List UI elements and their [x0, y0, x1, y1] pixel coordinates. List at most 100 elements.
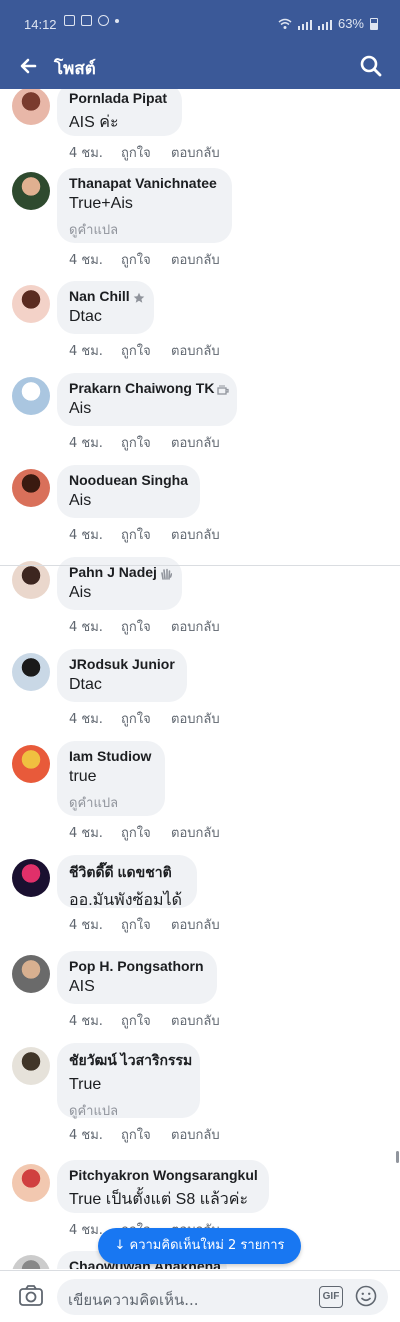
- like-link[interactable]: ถูกใจ: [121, 142, 171, 163]
- comment-input-placeholder: เขียนความคิดเห็น...: [68, 1291, 199, 1309]
- section-divider: [0, 565, 400, 566]
- avatar[interactable]: [12, 469, 50, 507]
- comment-bubble[interactable]: Pitchyakron Wongsarangkul True เป็นตั้งแต…: [57, 1160, 269, 1213]
- comment-bubble[interactable]: Pornlada Pipat AIS ค่ะ: [57, 89, 182, 136]
- emoji-icon[interactable]: [355, 1285, 377, 1307]
- battery-icon: [370, 17, 378, 30]
- see-translation-link[interactable]: ดูคำแปล: [69, 219, 220, 240]
- comment-author[interactable]: Pitchyakron Wongsarangkul: [69, 1167, 258, 1183]
- scrollbar-thumb[interactable]: [396, 1151, 399, 1163]
- reply-link[interactable]: ตอบกลับ: [171, 1010, 220, 1031]
- comment-author-name[interactable]: Thanapat Vanichnatee: [69, 175, 217, 191]
- coffee-icon: [217, 383, 230, 395]
- avatar[interactable]: [12, 1164, 50, 1202]
- comment-bubble[interactable]: Nan Chill Dtac: [57, 281, 154, 334]
- comment-actions: 4 ชม. ถูกใจตอบกลับ: [69, 822, 220, 843]
- comment-author-name[interactable]: ชีวิตดี๊ดี แดขชาติ: [69, 862, 172, 884]
- comment-author-name[interactable]: Iam Studiow: [69, 748, 151, 764]
- reply-link[interactable]: ตอบกลับ: [171, 616, 220, 637]
- comment-bubble[interactable]: Nooduean Singha Ais: [57, 465, 200, 518]
- comment-author-name[interactable]: Nan Chill: [69, 288, 130, 304]
- reply-link[interactable]: ตอบกลับ: [171, 432, 220, 453]
- comment-author-name[interactable]: Pop H. Pongsathorn: [69, 958, 204, 974]
- comment-item: Iam Studiow true ดูคำแปล 4 ชม. ถูกใจ ตอบกลับ: [0, 741, 400, 852]
- like-link[interactable]: ถูกใจ: [121, 914, 171, 935]
- avatar[interactable]: [12, 859, 50, 897]
- comment-author-name[interactable]: Pitchyakron Wongsarangkul: [69, 1167, 258, 1183]
- comment-author-name[interactable]: Pahn J Nadej: [69, 564, 157, 580]
- avatar[interactable]: [12, 955, 50, 993]
- avatar[interactable]: [12, 1255, 50, 1269]
- comment-author[interactable]: JRodsuk Junior: [69, 656, 175, 672]
- avatar[interactable]: [12, 1047, 50, 1085]
- comment-text: Ais: [69, 492, 92, 509]
- comment-bubble[interactable]: Iam Studiow true ดูคำแปล: [57, 741, 165, 816]
- gif-button[interactable]: GIF: [319, 1286, 343, 1308]
- signal-icon: [297, 18, 312, 30]
- reply-link[interactable]: ตอบกลับ: [171, 249, 220, 270]
- comment-bubble[interactable]: Thanapat Vanichnatee True+Ais ดูคำแปล: [57, 168, 232, 243]
- like-link[interactable]: ถูกใจ: [121, 616, 171, 637]
- comment-actions: 4 ชม. ถูกใจตอบกลับ: [69, 142, 220, 163]
- avatar[interactable]: [12, 285, 50, 323]
- comment-item: Prakarn Chaiwong TK Ais 4 ชม. ถูกใจ ตอบกลับ: [0, 373, 400, 462]
- avatar[interactable]: [12, 172, 50, 210]
- comment-author-name[interactable]: Pornlada Pipat: [69, 90, 167, 106]
- comment-bubble[interactable]: ชัยวัฒน์ ไวสาริกรรม True ดูคำแปล: [57, 1043, 200, 1121]
- comment-text: ออ.มันพังซ้อมได้: [69, 892, 182, 909]
- avatar[interactable]: [12, 377, 50, 415]
- reply-link[interactable]: ตอบกลับ: [171, 340, 220, 361]
- battery-percent: 63%: [337, 16, 364, 31]
- reply-link[interactable]: ตอบกลับ: [171, 914, 220, 935]
- comment-composer: เขียนความคิดเห็น... GIF: [0, 1270, 400, 1322]
- avatar[interactable]: [12, 561, 50, 599]
- comment-author-name[interactable]: JRodsuk Junior: [69, 656, 175, 672]
- comment-item: Pahn J Nadej Ais 4 ชม. ถูกใจ ตอบกลับ: [0, 557, 400, 646]
- comment-author[interactable]: ชัยวัฒน์ ไวสาริกรรม: [69, 1050, 192, 1072]
- comment-author-name[interactable]: Prakarn Chaiwong TK: [69, 380, 214, 396]
- comment-author[interactable]: Thanapat Vanichnatee: [69, 175, 220, 191]
- comment-text: AIS: [69, 978, 95, 995]
- comment-author[interactable]: Pahn J Nadej: [69, 564, 173, 580]
- comment-input[interactable]: เขียนความคิดเห็น... GIF: [57, 1279, 388, 1315]
- comment-author[interactable]: Nan Chill: [69, 288, 144, 304]
- comment-bubble[interactable]: Prakarn Chaiwong TK Ais: [57, 373, 237, 426]
- like-link[interactable]: ถูกใจ: [121, 1124, 171, 1145]
- reply-link[interactable]: ตอบกลับ: [171, 708, 220, 729]
- avatar[interactable]: [12, 89, 50, 125]
- avatar[interactable]: [12, 745, 50, 783]
- see-translation-link[interactable]: ดูคำแปล: [69, 792, 153, 813]
- comment-bubble[interactable]: ชีวิตดี๊ดี แดขชาติออ.มันพังซ้อมได้: [57, 855, 197, 909]
- reply-link[interactable]: ตอบกลับ: [171, 524, 220, 545]
- comment-author[interactable]: Pop H. Pongsathorn: [69, 958, 205, 974]
- avatar[interactable]: [12, 653, 50, 691]
- camera-icon[interactable]: [18, 1284, 44, 1308]
- dot-icon: [115, 19, 119, 23]
- like-link[interactable]: ถูกใจ: [121, 340, 171, 361]
- like-link[interactable]: ถูกใจ: [121, 822, 171, 843]
- comment-author[interactable]: Pornlada Pipat: [69, 90, 170, 106]
- reply-link[interactable]: ตอบกลับ: [171, 142, 220, 163]
- status-time: 14:12: [24, 17, 57, 32]
- comment-bubble[interactable]: JRodsuk Junior Dtac: [57, 649, 187, 702]
- comment-author[interactable]: Iam Studiow: [69, 748, 153, 764]
- facebook-icon: [81, 15, 92, 26]
- like-link[interactable]: ถูกใจ: [121, 524, 171, 545]
- comment-bubble[interactable]: Pop H. Pongsathorn AIS: [57, 951, 217, 1004]
- comment-author[interactable]: Prakarn Chaiwong TK: [69, 380, 230, 396]
- like-link[interactable]: ถูกใจ: [121, 1010, 171, 1031]
- comment-author-name[interactable]: Nooduean Singha: [69, 472, 188, 488]
- like-link[interactable]: ถูกใจ: [121, 708, 171, 729]
- comment-item: Nooduean Singha Ais 4 ชม. ถูกใจ ตอบกลับ: [0, 465, 400, 554]
- reply-link[interactable]: ตอบกลับ: [171, 822, 220, 843]
- comment-author[interactable]: ชีวิตดี๊ดี แดขชาติ: [69, 862, 185, 884]
- see-translation-link[interactable]: ดูคำแปล: [69, 1100, 188, 1121]
- back-arrow-icon[interactable]: [14, 51, 44, 81]
- like-link[interactable]: ถูกใจ: [121, 432, 171, 453]
- like-link[interactable]: ถูกใจ: [121, 249, 171, 270]
- search-icon[interactable]: [356, 51, 386, 81]
- reply-link[interactable]: ตอบกลับ: [171, 1124, 220, 1145]
- new-comments-button[interactable]: ↓ ความคิดเห็นใหม่ 2 รายการ: [98, 1228, 301, 1264]
- comment-author-name[interactable]: ชัยวัฒน์ ไวสาริกรรม: [69, 1050, 192, 1072]
- comment-author[interactable]: Nooduean Singha: [69, 472, 188, 488]
